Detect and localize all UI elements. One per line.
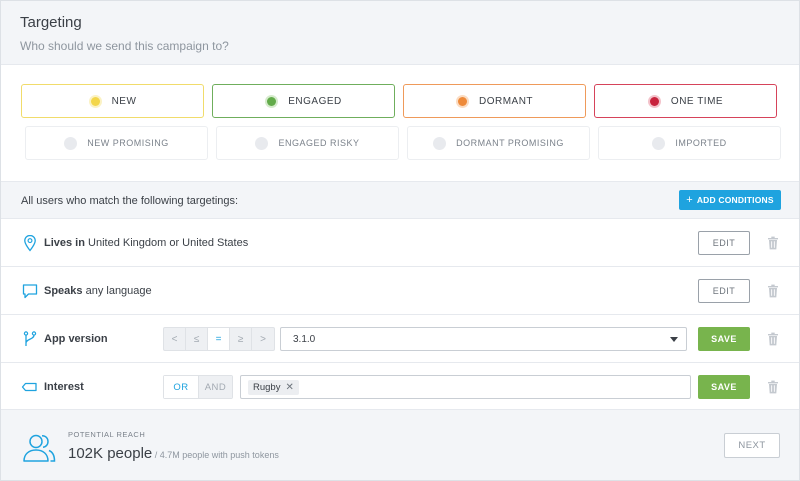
condition-value: United Kingdom or United States xyxy=(84,237,249,249)
condition-text: Speaks any language xyxy=(44,285,152,297)
trash-icon[interactable] xyxy=(767,380,779,394)
condition-row-app-version: App version < ≤ = ≥ > 3.1.0 SAVE xyxy=(1,315,799,363)
condition-row-interest: Interest OR AND Rugby ✕ SAVE xyxy=(1,363,799,411)
segment-label: DORMANT xyxy=(478,95,534,107)
save-app-version-button[interactable]: SAVE xyxy=(698,327,750,351)
save-interest-button[interactable]: SAVE xyxy=(698,375,750,399)
condition-label: Speaks xyxy=(44,285,83,297)
or-button[interactable]: OR xyxy=(164,376,198,398)
reach-footer: POTENTIAL REACH 102K people / 4.7M peopl… xyxy=(1,409,799,480)
reach-label: POTENTIAL REACH xyxy=(68,430,146,439)
reach-count: 102K people xyxy=(68,445,153,462)
interest-tag: Rugby ✕ xyxy=(248,380,299,395)
segment-label: ENGAGED RISKY xyxy=(278,138,360,148)
header: Targeting Who should we send this campai… xyxy=(1,1,799,65)
add-conditions-label: ADD CONDITIONS xyxy=(696,195,774,205)
trash-icon[interactable] xyxy=(767,332,779,346)
page-subtitle: Who should we send this campaign to? xyxy=(20,39,229,53)
segment-dot-icon xyxy=(433,136,447,150)
page-title: Targeting xyxy=(20,14,82,31)
branch-icon xyxy=(23,331,37,346)
segment-new-promising[interactable]: NEW PROMISING xyxy=(25,126,208,160)
edit-language-button[interactable]: EDIT xyxy=(698,279,750,303)
segment-dot-icon xyxy=(88,94,102,108)
location-pin-icon xyxy=(24,234,36,252)
version-select-value: 3.1.0 xyxy=(293,334,316,345)
segment-new[interactable]: NEW xyxy=(21,84,204,118)
segment-dot-icon xyxy=(64,136,78,150)
segment-dormant-promising[interactable]: DORMANT PROMISING xyxy=(407,126,590,160)
tag-icon xyxy=(21,382,37,392)
version-operator-group: < ≤ = ≥ > xyxy=(163,327,275,351)
segment-dot-icon xyxy=(265,94,279,108)
segment-imported[interactable]: IMPORTED xyxy=(598,126,781,160)
condition-label: App version xyxy=(44,333,108,345)
condition-label: Lives in xyxy=(44,237,85,249)
segment-label: NEW xyxy=(111,95,137,107)
segment-dot-icon xyxy=(647,94,661,108)
condition-label: Interest xyxy=(44,381,84,393)
reach-value: 102K people / 4.7M people with push toke… xyxy=(68,445,279,462)
and-button[interactable]: AND xyxy=(198,376,232,398)
operator-lte-button[interactable]: ≤ xyxy=(186,328,208,350)
condition-row-location: Lives in United Kingdom or United States… xyxy=(1,219,799,267)
caret-down-icon xyxy=(670,337,678,342)
conditions-bar: All users who match the following target… xyxy=(1,181,799,219)
reach-sub: / 4.7M people with push tokens xyxy=(152,450,279,460)
segment-dot-icon xyxy=(652,136,666,150)
operator-lt-button[interactable]: < xyxy=(164,328,186,350)
interest-tag-label: Rugby xyxy=(253,382,281,393)
segment-engaged-risky[interactable]: ENGAGED RISKY xyxy=(216,126,399,160)
users-icon xyxy=(23,434,56,462)
segment-dormant[interactable]: DORMANT xyxy=(403,84,586,118)
segment-label: NEW PROMISING xyxy=(87,138,169,148)
targeting-panel: Targeting Who should we send this campai… xyxy=(0,0,800,481)
version-select[interactable]: 3.1.0 xyxy=(280,327,687,351)
segment-selector: NEW ENGAGED DORMANT ONE TIME NEW PROMISI… xyxy=(1,65,799,181)
segment-one-time[interactable]: ONE TIME xyxy=(594,84,777,118)
segment-label: ONE TIME xyxy=(670,95,724,107)
segment-label: ENGAGED xyxy=(288,95,342,107)
condition-row-language: Speaks any language EDIT xyxy=(1,267,799,315)
trash-icon[interactable] xyxy=(767,236,779,250)
next-button[interactable]: NEXT xyxy=(724,433,780,458)
plus-icon: + xyxy=(686,194,693,206)
segment-dot-icon xyxy=(255,136,269,150)
trash-icon[interactable] xyxy=(767,284,779,298)
operator-eq-button[interactable]: = xyxy=(208,328,230,350)
add-conditions-button[interactable]: + ADD CONDITIONS xyxy=(679,190,781,210)
logic-toggle: OR AND xyxy=(163,375,233,399)
condition-value: any language xyxy=(82,285,152,297)
segment-label: DORMANT PROMISING xyxy=(456,138,564,148)
edit-location-button[interactable]: EDIT xyxy=(698,231,750,255)
remove-tag-icon[interactable]: ✕ xyxy=(285,382,293,393)
operator-gt-button[interactable]: > xyxy=(252,328,274,350)
segment-engaged[interactable]: ENGAGED xyxy=(212,84,395,118)
segment-label: IMPORTED xyxy=(675,138,727,148)
operator-gte-button[interactable]: ≥ xyxy=(230,328,252,350)
segment-dot-icon xyxy=(455,94,469,108)
condition-text: Lives in United Kingdom or United States xyxy=(44,237,248,249)
conditions-heading: All users who match the following target… xyxy=(21,195,239,207)
speech-bubble-icon xyxy=(22,284,38,299)
interest-tag-input[interactable]: Rugby ✕ xyxy=(240,375,691,399)
